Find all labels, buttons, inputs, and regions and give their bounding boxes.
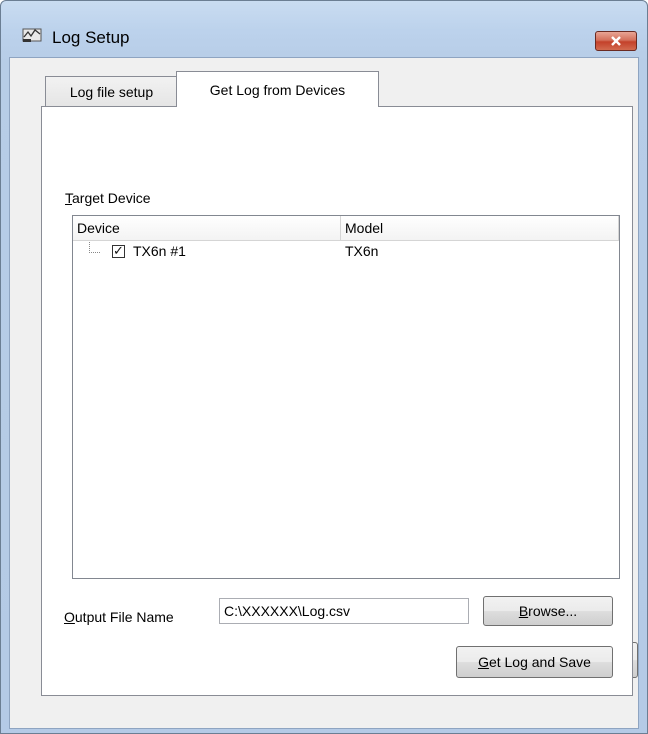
tab-label: Log file setup bbox=[69, 83, 154, 100]
column-header-model[interactable]: Model bbox=[341, 216, 619, 240]
device-checkbox[interactable]: ✓ bbox=[112, 243, 125, 258]
get-log-and-save-button[interactable]: Get Log and Save bbox=[456, 646, 613, 678]
close-button[interactable] bbox=[595, 31, 637, 51]
list-item[interactable]: ✓ TX6n #1 TX6n bbox=[73, 242, 619, 262]
list-header: Device Model bbox=[73, 216, 619, 241]
target-device-label: Target Device bbox=[65, 190, 151, 206]
window-title: Log Setup bbox=[52, 28, 130, 47]
tree-connector bbox=[89, 242, 100, 253]
tab-get-log-from-devices[interactable]: Get Log from Devices bbox=[176, 71, 379, 107]
column-header-device[interactable]: Device bbox=[73, 216, 341, 240]
log-setup-window: Log Setup Log file setup Get Log from De… bbox=[0, 0, 648, 734]
device-model: TX6n bbox=[345, 243, 379, 259]
device-name: TX6n #1 bbox=[133, 243, 186, 259]
output-file-name-label: Output File Name bbox=[64, 609, 174, 625]
browse-button[interactable]: Browse... bbox=[483, 596, 613, 626]
device-list[interactable]: Device Model ✓ TX6n #1 TX6n bbox=[72, 215, 620, 579]
title-bar[interactable]: Log Setup bbox=[1, 1, 647, 51]
tab-panel: Target Device Device Model ✓ TX6n #1 TX6… bbox=[41, 106, 633, 696]
close-icon bbox=[611, 36, 621, 46]
output-file-name-input[interactable] bbox=[219, 598, 469, 624]
checkmark-icon: ✓ bbox=[113, 243, 124, 258]
app-log-icon bbox=[22, 28, 42, 42]
dialog-client-area: Log file setup Get Log from Devices Targ… bbox=[9, 57, 639, 729]
tab-log-file-setup[interactable]: Log file setup bbox=[45, 76, 178, 106]
tab-label: Get Log from Devices bbox=[209, 81, 346, 98]
